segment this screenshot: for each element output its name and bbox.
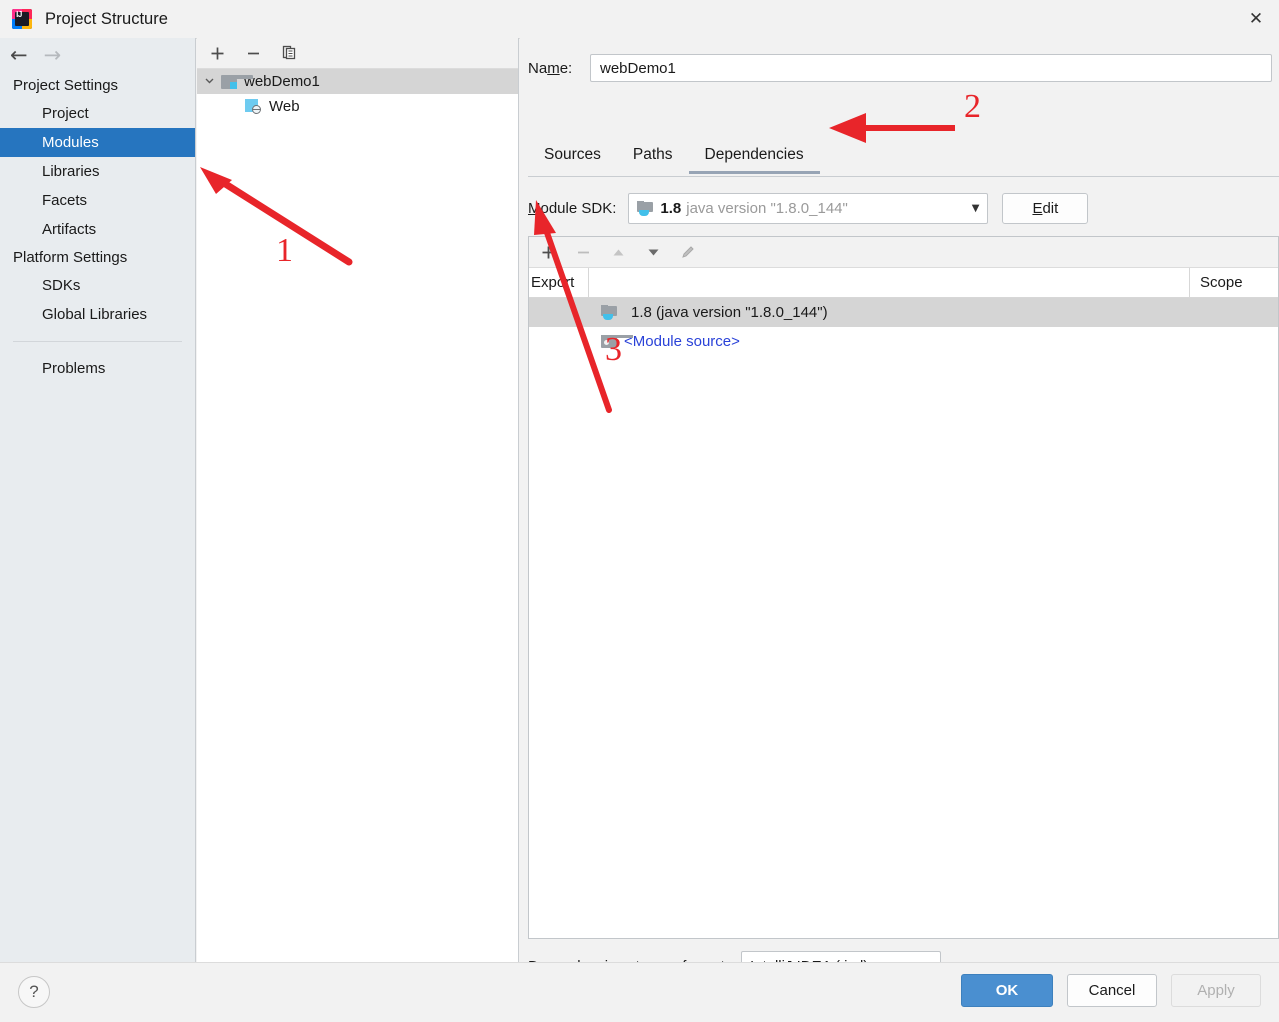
- sidebar-item-sdks[interactable]: SDKs: [0, 271, 195, 300]
- back-arrow-icon[interactable]: ←: [10, 44, 28, 66]
- modules-tree-panel: webDemo1 Web: [197, 38, 519, 962]
- navigation-arrows: ← →: [0, 38, 195, 72]
- table-row[interactable]: <Module source>: [529, 327, 1278, 356]
- dialog-actions: OK Cancel Apply: [961, 974, 1261, 1007]
- intellij-idea-icon: IJ: [12, 9, 32, 29]
- tab-sources[interactable]: Sources: [528, 142, 617, 174]
- tree-remove-button[interactable]: [242, 42, 264, 64]
- dependencies-table: Export Scope 1.8 (java version "1.8.0_14…: [528, 236, 1279, 939]
- chevron-down-icon: ▼: [971, 203, 980, 214]
- tree-node-label: webDemo1: [244, 73, 320, 90]
- dependencies-edit-pencil-icon[interactable]: [677, 241, 699, 263]
- dependencies-move-down-button[interactable]: [642, 241, 664, 263]
- sidebar-group-project-settings: Project Settings: [13, 77, 119, 94]
- module-tabs: Sources Paths Dependencies: [528, 142, 1279, 177]
- sidebar-item-problems[interactable]: Problems: [0, 354, 195, 383]
- apply-button: Apply: [1171, 974, 1261, 1007]
- ok-button[interactable]: OK: [961, 974, 1053, 1007]
- sidebar-item-project[interactable]: Project: [0, 99, 195, 128]
- dependencies-table-header: Export Scope: [529, 268, 1278, 298]
- jdk-icon: [601, 305, 618, 320]
- tree-node-webdemo1[interactable]: webDemo1: [197, 69, 518, 94]
- close-icon[interactable]: ✕: [1233, 0, 1279, 37]
- annotation-number-3: 3: [605, 331, 622, 368]
- sidebar-item-global-libraries[interactable]: Global Libraries: [0, 300, 195, 329]
- tree-node-label: Web: [269, 98, 300, 115]
- dependencies-add-button[interactable]: [537, 241, 559, 263]
- module-sdk-row: Module SDK: 1.8 java version "1.8.0_144"…: [528, 193, 1089, 224]
- dependency-label: 1.8 (java version "1.8.0_144"): [631, 304, 828, 321]
- sdk-edit-button[interactable]: Edit: [1002, 193, 1089, 224]
- tab-dependencies[interactable]: Dependencies: [688, 142, 820, 174]
- module-name-input[interactable]: webDemo1: [590, 54, 1272, 82]
- sidebar-item-artifacts[interactable]: Artifacts: [0, 215, 195, 244]
- column-header-scope[interactable]: Scope: [1190, 268, 1278, 297]
- tree-node-web[interactable]: Web: [197, 94, 518, 119]
- settings-sidebar: ← → Project Settings Project Modules Lib…: [0, 38, 196, 962]
- cancel-button[interactable]: Cancel: [1067, 974, 1157, 1007]
- tree-add-button[interactable]: [206, 42, 228, 64]
- module-editor-panel: Name: webDemo1 Sources Paths Dependencie…: [520, 38, 1279, 982]
- sidebar-item-facets[interactable]: Facets: [0, 186, 195, 215]
- jdk-icon: [637, 201, 654, 216]
- column-header-name[interactable]: [589, 268, 1190, 297]
- sidebar-group-platform-settings: Platform Settings: [13, 249, 128, 266]
- tree-toolbar: [197, 38, 518, 69]
- web-facet-icon: [245, 99, 261, 114]
- table-row[interactable]: 1.8 (java version "1.8.0_144"): [529, 298, 1278, 327]
- chevron-down-icon[interactable]: [197, 75, 221, 89]
- column-header-export[interactable]: Export: [529, 268, 589, 297]
- annotation-number-1: 1: [276, 232, 293, 269]
- module-name-label: Name:: [528, 59, 573, 77]
- dialog-footer: ? OK Cancel Apply: [0, 962, 1279, 1022]
- annotation-number-2: 2: [964, 88, 981, 125]
- module-name-row: Name: webDemo1: [528, 54, 1272, 82]
- sidebar-divider: [13, 341, 182, 342]
- window-title: Project Structure: [45, 9, 168, 28]
- dependency-label: <Module source>: [624, 333, 740, 350]
- module-sdk-label: Module SDK:: [528, 200, 617, 217]
- module-sdk-dropdown[interactable]: 1.8 java version "1.8.0_144" ▼: [628, 193, 989, 224]
- dependencies-toolbar: [529, 237, 1278, 268]
- tab-paths[interactable]: Paths: [617, 142, 689, 174]
- tree-copy-icon[interactable]: [278, 42, 300, 64]
- dependencies-remove-button[interactable]: [572, 241, 594, 263]
- forward-arrow-icon[interactable]: →: [44, 44, 62, 66]
- help-button[interactable]: ?: [18, 976, 50, 1008]
- module-folder-icon: [221, 74, 253, 89]
- sidebar-item-libraries[interactable]: Libraries: [0, 157, 195, 186]
- sdk-version: 1.8: [660, 200, 682, 217]
- window-titlebar: IJ Project Structure ✕: [0, 0, 1279, 39]
- sidebar-item-modules[interactable]: Modules: [0, 128, 195, 157]
- sdk-description: java version "1.8.0_144": [686, 200, 848, 217]
- dependencies-move-up-button[interactable]: [607, 241, 629, 263]
